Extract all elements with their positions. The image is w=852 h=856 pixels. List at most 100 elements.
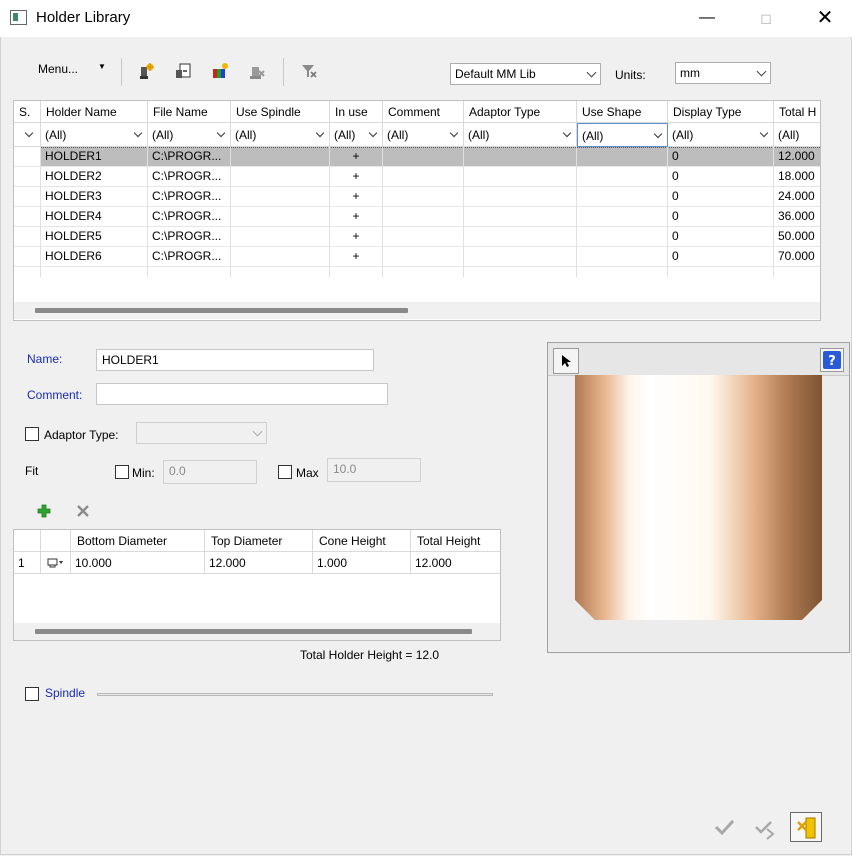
spindle-checkbox[interactable] (25, 687, 39, 701)
cell-empty[interactable] (464, 167, 577, 187)
library-select[interactable]: Default MM Lib (450, 63, 601, 85)
cell-display[interactable]: 0 (668, 167, 774, 187)
filter-dropdown[interactable]: (All) (668, 123, 774, 147)
scrollbar-thumb[interactable] (35, 308, 408, 313)
column-header[interactable]: Adaptor Type (464, 101, 577, 123)
clear-filter-icon[interactable] (300, 62, 318, 80)
cell-empty[interactable] (577, 227, 668, 247)
cell-file[interactable]: C:\PROGR... (148, 227, 231, 247)
filter-dropdown[interactable]: (All) (577, 123, 668, 147)
cell-empty[interactable] (231, 247, 330, 267)
color-holder-icon[interactable] (211, 62, 229, 80)
add-segment-icon[interactable] (37, 504, 51, 518)
filter-dropdown[interactable]: (All) (148, 123, 231, 147)
cell-empty[interactable] (14, 147, 41, 167)
filter-dropdown[interactable]: (All) (774, 123, 820, 147)
filter-dropdown[interactable]: (All) (231, 123, 330, 147)
cell-empty[interactable] (577, 247, 668, 267)
cell-in-use[interactable]: + (330, 147, 383, 167)
adaptor-type-checkbox[interactable] (25, 427, 39, 441)
cell-empty[interactable] (231, 167, 330, 187)
cell-empty[interactable] (383, 247, 464, 267)
cell-name[interactable]: HOLDER5 (41, 227, 148, 247)
cell-empty[interactable] (383, 167, 464, 187)
cell-empty[interactable] (14, 247, 41, 267)
scrollbar-thumb[interactable] (35, 629, 472, 634)
cell-in-use[interactable]: + (330, 167, 383, 187)
max-checkbox[interactable] (278, 465, 292, 479)
filter-dropdown[interactable]: (All) (330, 123, 383, 147)
total-height-cell[interactable]: 12.000 (411, 552, 500, 574)
cell-display[interactable]: 0 (668, 247, 774, 267)
cell-display[interactable]: 0 (668, 187, 774, 207)
column-header[interactable]: Display Type (668, 101, 774, 123)
cell-empty[interactable] (464, 187, 577, 207)
cell-file[interactable]: C:\PROGR... (148, 147, 231, 167)
cell-name[interactable]: HOLDER1 (41, 147, 148, 167)
comment-input[interactable] (96, 383, 388, 405)
cell-file[interactable]: C:\PROGR... (148, 207, 231, 227)
column-header[interactable]: Use Shape (577, 101, 668, 123)
cell-empty[interactable] (577, 207, 668, 227)
cell-empty[interactable] (231, 147, 330, 167)
cell-in-use[interactable]: + (330, 227, 383, 247)
name-input[interactable]: HOLDER1 (96, 349, 374, 371)
cell-empty[interactable] (14, 167, 41, 187)
horizontal-scrollbar[interactable] (14, 623, 500, 640)
cell-total[interactable]: 70.000 (774, 247, 820, 267)
bottom-diameter-cell[interactable]: 10.000 (71, 552, 205, 574)
cell-in-use[interactable]: + (330, 207, 383, 227)
cell-file[interactable]: C:\PROGR... (148, 167, 231, 187)
cell-empty[interactable] (383, 227, 464, 247)
cell-display[interactable]: 0 (668, 227, 774, 247)
column-header[interactable]: Holder Name (41, 101, 148, 123)
delete-segment-icon[interactable] (76, 504, 90, 518)
segment-table[interactable]: Bottom Diameter Top Diameter Cone Height… (13, 529, 501, 641)
cell-name[interactable]: HOLDER6 (41, 247, 148, 267)
cell-empty[interactable] (577, 187, 668, 207)
cell-empty[interactable] (231, 207, 330, 227)
horizontal-scrollbar[interactable] (14, 302, 820, 319)
cell-empty[interactable] (14, 187, 41, 207)
close-button[interactable]: ✕ (802, 0, 848, 37)
import-holder-icon[interactable] (174, 62, 192, 80)
cell-in-use[interactable]: + (330, 247, 383, 267)
cell-empty[interactable] (464, 207, 577, 227)
segment-shape-icon[interactable] (47, 558, 65, 568)
segment-type-cell[interactable] (41, 552, 71, 574)
cell-total[interactable]: 36.000 (774, 207, 820, 227)
cell-total[interactable]: 12.000 (774, 147, 820, 167)
cell-empty[interactable] (14, 227, 41, 247)
cell-display[interactable]: 0 (668, 207, 774, 227)
column-header[interactable]: Cone Height (313, 530, 411, 552)
column-header[interactable]: Comment (383, 101, 464, 123)
cell-empty[interactable] (464, 247, 577, 267)
column-header[interactable]: Bottom Diameter (71, 530, 205, 552)
cell-empty[interactable] (14, 207, 41, 227)
cancel-button[interactable] (790, 812, 822, 842)
cell-name[interactable]: HOLDER2 (41, 167, 148, 187)
column-header[interactable]: Total Height (411, 530, 500, 552)
holder-preview[interactable]: ? (547, 342, 850, 653)
cell-total[interactable]: 18.000 (774, 167, 820, 187)
cell-name[interactable]: HOLDER4 (41, 207, 148, 227)
cell-empty[interactable] (577, 167, 668, 187)
adaptor-type-select[interactable] (136, 422, 267, 444)
holder-table[interactable]: S. Holder Name File Name Use Spindle In … (13, 100, 821, 321)
apply-button[interactable] (749, 812, 781, 842)
column-header[interactable]: S. (14, 101, 41, 123)
column-header[interactable]: Use Spindle (231, 101, 330, 123)
cell-empty[interactable] (464, 147, 577, 167)
filter-dropdown[interactable] (14, 123, 41, 147)
ok-button[interactable] (708, 812, 740, 842)
column-header[interactable]: Top Diameter (205, 530, 313, 552)
column-header[interactable]: Total H (774, 101, 820, 123)
cell-total[interactable]: 50.000 (774, 227, 820, 247)
cone-height-cell[interactable]: 1.000 (313, 552, 411, 574)
column-header[interactable]: File Name (148, 101, 231, 123)
filter-dropdown[interactable]: (All) (41, 123, 148, 147)
select-pointer-button[interactable] (553, 348, 579, 374)
help-button[interactable]: ? (820, 348, 844, 372)
min-input[interactable]: 0.0 (163, 460, 257, 484)
cell-name[interactable]: HOLDER3 (41, 187, 148, 207)
